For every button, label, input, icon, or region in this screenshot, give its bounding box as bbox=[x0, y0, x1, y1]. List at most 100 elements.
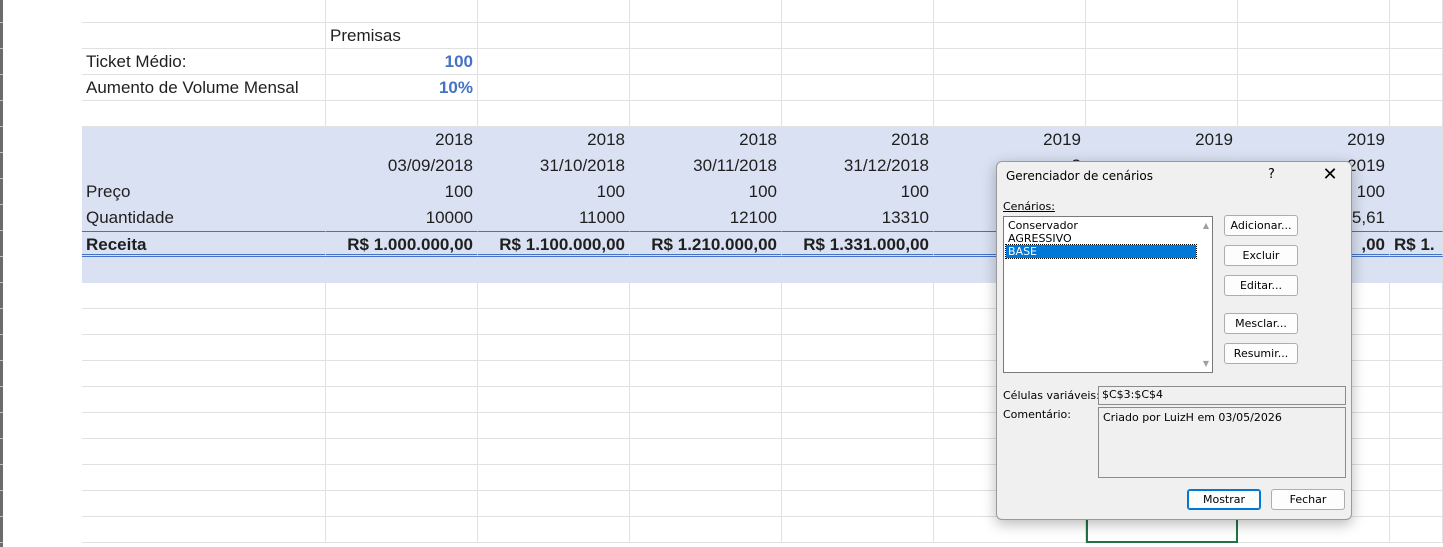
date-cell[interactable]: 31/12/2018 bbox=[782, 153, 934, 179]
grid-cell[interactable] bbox=[782, 361, 934, 387]
grid-cell[interactable] bbox=[82, 283, 326, 309]
grid-cell[interactable] bbox=[82, 361, 326, 387]
grid-cell[interactable] bbox=[1086, 0, 1238, 23]
grid-cell[interactable] bbox=[82, 101, 326, 127]
grid-cell[interactable] bbox=[82, 413, 326, 439]
grid-cell[interactable] bbox=[630, 387, 782, 413]
grid-cell[interactable] bbox=[630, 361, 782, 387]
year-cell[interactable]: 2018 bbox=[326, 127, 478, 153]
grid-cell[interactable] bbox=[82, 257, 326, 283]
grid-cell[interactable] bbox=[82, 387, 326, 413]
ticket-value[interactable]: 100 bbox=[326, 49, 478, 75]
quantidade-cell[interactable]: 13310 bbox=[782, 205, 934, 231]
grid-cell[interactable] bbox=[1086, 23, 1238, 49]
grid-cell[interactable] bbox=[82, 491, 326, 517]
grid-cell[interactable] bbox=[1086, 101, 1238, 127]
grid-cell[interactable] bbox=[82, 335, 326, 361]
grid-cell[interactable] bbox=[478, 283, 630, 309]
grid-cell[interactable] bbox=[782, 283, 934, 309]
grid-cell[interactable] bbox=[630, 413, 782, 439]
close-icon[interactable]: ✕ bbox=[1321, 164, 1339, 186]
grid-cell[interactable] bbox=[630, 491, 782, 517]
grid-cell[interactable] bbox=[478, 465, 630, 491]
grid-cell[interactable] bbox=[782, 517, 934, 543]
grid-cell[interactable] bbox=[630, 0, 782, 23]
grid-cell[interactable] bbox=[478, 257, 630, 283]
grid-cell[interactable] bbox=[1390, 75, 1443, 101]
grid-cell[interactable] bbox=[478, 49, 630, 75]
grid-cell[interactable] bbox=[326, 101, 478, 127]
grid-cell[interactable] bbox=[1086, 75, 1238, 101]
grid-cell[interactable] bbox=[478, 517, 630, 543]
year-cell[interactable]: 2019 bbox=[1238, 127, 1390, 153]
grid-cell[interactable] bbox=[782, 49, 934, 75]
quantidade-cell[interactable]: 10000 bbox=[326, 205, 478, 231]
grid-cell[interactable] bbox=[326, 387, 478, 413]
grid-cell[interactable] bbox=[630, 309, 782, 335]
grid-cell[interactable] bbox=[82, 309, 326, 335]
grid-cell[interactable] bbox=[82, 0, 326, 23]
grid-cell[interactable] bbox=[630, 283, 782, 309]
grid-cell[interactable] bbox=[782, 0, 934, 23]
preco-cell[interactable]: 100 bbox=[630, 179, 782, 205]
grid-cell[interactable] bbox=[782, 491, 934, 517]
merge-scenarios-button[interactable]: Mesclar... bbox=[1224, 313, 1298, 334]
grid-cell[interactable] bbox=[1390, 153, 1443, 179]
quantidade-cell[interactable]: 12100 bbox=[630, 205, 782, 231]
add-scenario-button[interactable]: Adicionar... bbox=[1224, 215, 1298, 236]
date-cell[interactable]: 03/09/2018 bbox=[326, 153, 478, 179]
grid-cell[interactable] bbox=[782, 413, 934, 439]
close-button[interactable]: Fechar bbox=[1271, 489, 1345, 510]
summary-button[interactable]: Resumir... bbox=[1224, 343, 1298, 364]
grid-cell[interactable] bbox=[82, 23, 326, 49]
quantidade-label[interactable]: Quantidade bbox=[82, 205, 326, 231]
preco-cell[interactable]: 100 bbox=[782, 179, 934, 205]
show-button[interactable]: Mostrar bbox=[1187, 489, 1261, 510]
receita-cell[interactable]: R$ 1.100.000,00 bbox=[478, 231, 630, 257]
grid-cell[interactable] bbox=[1238, 75, 1390, 101]
grid-cell[interactable] bbox=[1086, 49, 1238, 75]
grid-cell[interactable] bbox=[478, 23, 630, 49]
grid-cell[interactable] bbox=[1238, 517, 1390, 543]
grid-cell[interactable] bbox=[782, 23, 934, 49]
edit-scenario-button[interactable]: Editar... bbox=[1224, 275, 1298, 296]
grid-cell[interactable] bbox=[478, 361, 630, 387]
grid-cell[interactable] bbox=[1390, 23, 1443, 49]
grid-cell[interactable] bbox=[630, 101, 782, 127]
grid-cell[interactable] bbox=[478, 335, 630, 361]
grid-cell[interactable] bbox=[82, 439, 326, 465]
grid-cell[interactable] bbox=[782, 387, 934, 413]
year-cell[interactable]: 2019 bbox=[934, 127, 1086, 153]
grid-cell[interactable] bbox=[782, 439, 934, 465]
grid-cell[interactable] bbox=[326, 283, 478, 309]
grid-cell[interactable] bbox=[478, 491, 630, 517]
aumento-label[interactable]: Aumento de Volume Mensal bbox=[82, 75, 326, 101]
preco-cell[interactable]: 100 bbox=[478, 179, 630, 205]
grid-cell[interactable] bbox=[478, 75, 630, 101]
preco-label[interactable]: Preço bbox=[82, 179, 326, 205]
receita-label[interactable]: Receita bbox=[82, 231, 326, 257]
grid-cell[interactable] bbox=[1390, 517, 1443, 543]
grid-cell[interactable] bbox=[326, 491, 478, 517]
premisas-header[interactable]: Premisas bbox=[326, 23, 478, 49]
scenarios-listbox[interactable]: Conservador AGRESSIVO BASE ▲ ▼ bbox=[1003, 216, 1213, 373]
grid-cell[interactable] bbox=[630, 49, 782, 75]
grid-cell[interactable] bbox=[1238, 101, 1390, 127]
receita-cell[interactable]: R$ 1.000.000,00 bbox=[326, 231, 478, 257]
grid-cell[interactable] bbox=[934, 75, 1086, 101]
grid-cell[interactable] bbox=[782, 101, 934, 127]
grid-cell[interactable] bbox=[1390, 257, 1443, 283]
preco-cell[interactable]: 100 bbox=[326, 179, 478, 205]
grid-cell[interactable] bbox=[478, 387, 630, 413]
grid-cell[interactable] bbox=[630, 439, 782, 465]
grid-cell[interactable] bbox=[1390, 0, 1443, 23]
grid-cell[interactable] bbox=[782, 75, 934, 101]
grid-cell[interactable] bbox=[782, 465, 934, 491]
aumento-value[interactable]: 10% bbox=[326, 75, 478, 101]
grid-cell[interactable] bbox=[1390, 387, 1443, 413]
year-cell[interactable]: 2018 bbox=[782, 127, 934, 153]
grid-cell[interactable] bbox=[326, 517, 478, 543]
grid-cell[interactable] bbox=[630, 335, 782, 361]
grid-cell[interactable] bbox=[326, 413, 478, 439]
grid-cell[interactable] bbox=[934, 23, 1086, 49]
